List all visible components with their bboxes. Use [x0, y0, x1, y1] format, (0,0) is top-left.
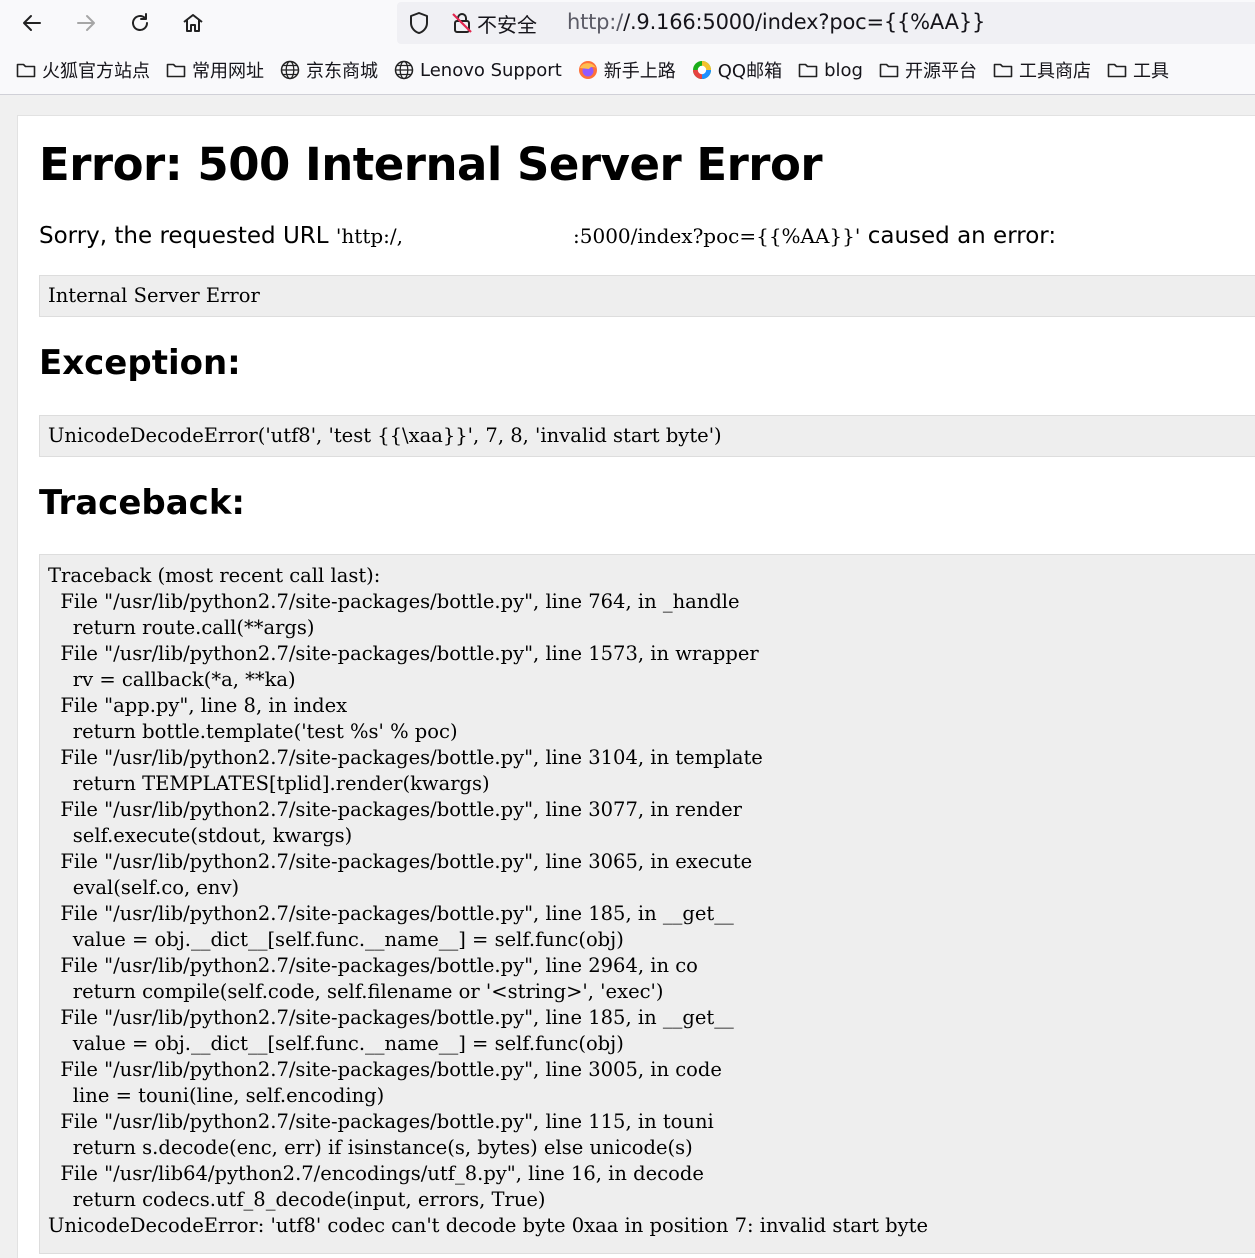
bookmark-label: 火狐官方站点: [42, 61, 150, 82]
back-arrow-icon: [23, 15, 41, 31]
requested-url-start: 'http:/,: [335, 224, 403, 248]
error-message: Sorry, the requested URL 'http:/, :5000/i…: [39, 223, 1056, 249]
firefox-icon: [578, 60, 598, 80]
exception-heading: Exception:: [39, 343, 241, 383]
traceback-text-block: Traceback (most recent call last): File …: [39, 554, 1255, 1254]
error-text-block: Internal Server Error: [39, 275, 1255, 317]
bookmark-item[interactable]: 新手上路: [578, 57, 676, 83]
qq-mail-icon: [692, 60, 712, 80]
error-page: Error: 500 Internal Server Error Sorry, …: [17, 115, 1255, 1258]
url-prefix: http:/: [567, 10, 624, 34]
bookmark-item[interactable]: 开源平台: [879, 57, 977, 83]
browser-toolbar: 不安全 http://.9.166:5000/index?poc={{%AA}}: [0, 0, 1255, 46]
folder-icon: [166, 60, 186, 80]
address-bar[interactable]: 不安全 http://.9.166:5000/index?poc={{%AA}}: [397, 2, 1255, 44]
connection-not-secure-indicator[interactable]: 不安全: [451, 10, 537, 37]
forward-button[interactable]: [69, 6, 103, 40]
bookmark-label: blog: [824, 59, 863, 81]
reload-button[interactable]: [123, 6, 157, 40]
bookmark-item[interactable]: 工具: [1107, 57, 1169, 83]
folder-icon: [16, 60, 36, 80]
security-label: 不安全: [477, 12, 537, 37]
url-suffix: 9.166:5000/index?poc={{%AA}}: [636, 10, 986, 34]
bookmark-item[interactable]: 常用网址: [166, 57, 264, 83]
bookmark-item[interactable]: 工具商店: [993, 57, 1091, 83]
bookmark-label: 工具商店: [1018, 61, 1091, 82]
folder-icon: [993, 60, 1013, 80]
bookmarks-bar: 火狐官方站点 常用网址 京东商城 Lenovo Support 新手上路 QQ邮箱 blog…: [0, 46, 1255, 95]
bookmark-label: 京东商城: [306, 61, 378, 82]
sorry-prefix: Sorry, the requested URL: [39, 223, 336, 249]
globe-icon: [280, 60, 300, 80]
forward-arrow-icon: [77, 15, 95, 31]
reload-icon: [132, 13, 148, 31]
traceback-heading: Traceback:: [39, 483, 246, 523]
bookmark-label: 工具: [1132, 61, 1169, 82]
bookmark-item[interactable]: 京东商城: [280, 57, 378, 83]
folder-icon: [798, 60, 818, 80]
url-text[interactable]: http://.9.166:5000/index?poc={{%AA}}: [567, 10, 985, 34]
bookmark-item[interactable]: 火狐官方站点: [16, 57, 150, 83]
bookmark-item[interactable]: blog: [798, 60, 863, 81]
folder-icon: [1107, 60, 1127, 80]
bookmark-label: Lenovo Support: [420, 59, 562, 81]
folder-icon: [879, 60, 899, 80]
url-hidden-host: /.: [623, 10, 637, 34]
globe-icon: [394, 60, 414, 80]
page-title: Error: 500 Internal Server Error: [39, 138, 823, 191]
bookmark-item[interactable]: Lenovo Support: [394, 60, 562, 81]
home-button[interactable]: [176, 6, 210, 40]
sorry-suffix: caused an error:: [860, 223, 1057, 249]
tracking-protection-shield-icon[interactable]: [407, 11, 431, 35]
requested-url-end: :5000/index?poc={{%AA}}': [573, 224, 861, 248]
exception-text-block: UnicodeDecodeError('utf8', 'test {{\xaa}…: [39, 415, 1255, 457]
bookmark-label: 开源平台: [904, 61, 977, 82]
home-icon: [183, 14, 203, 32]
back-button[interactable]: [15, 6, 49, 40]
bookmark-label: 新手上路: [603, 61, 676, 82]
bookmark-item[interactable]: QQ邮箱: [692, 57, 782, 83]
insecure-lock-icon: [452, 13, 472, 33]
bookmark-label: QQ邮箱: [717, 61, 783, 82]
bookmark-label: 常用网址: [192, 61, 264, 82]
